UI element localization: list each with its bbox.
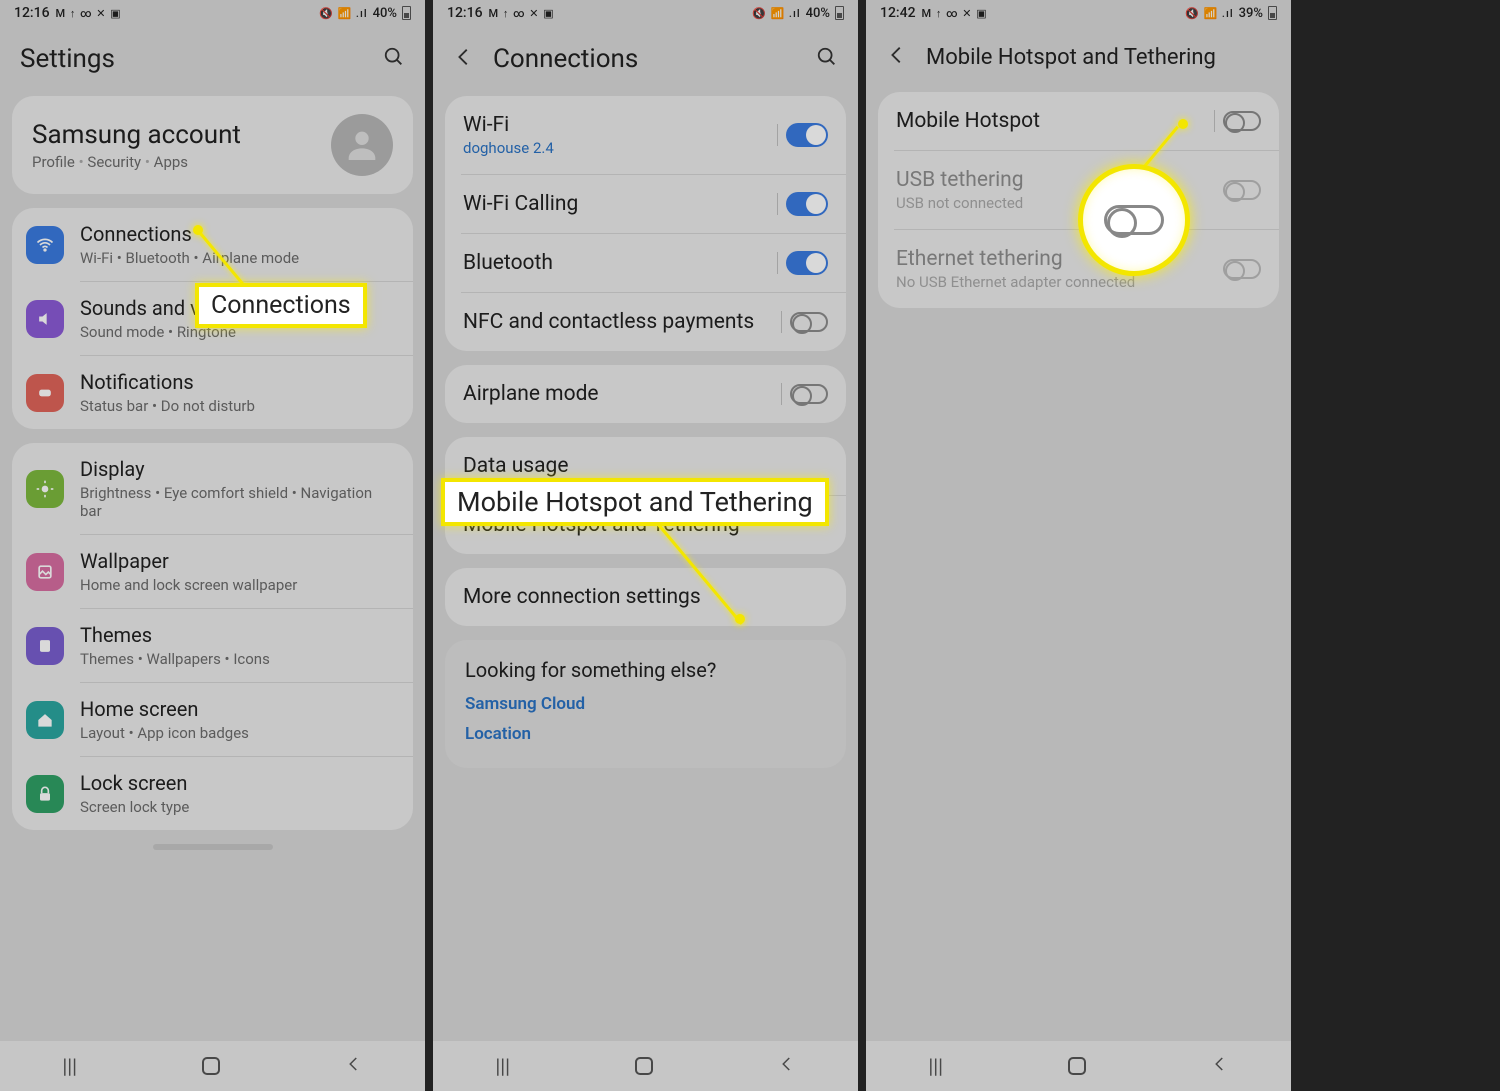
page-title: Settings	[20, 44, 365, 74]
item-nfc[interactable]: NFC and contactless payments	[445, 293, 846, 351]
nav-bar: |||	[866, 1041, 1291, 1091]
status-left-icons: M ↑ ∞ ✕ ▣	[56, 7, 122, 20]
home-icon	[26, 701, 64, 739]
ethernet-tether-toggle	[1223, 259, 1261, 279]
search-icon[interactable]	[816, 46, 838, 72]
status-time: 12:42	[880, 5, 916, 21]
item-title: Connections	[80, 222, 397, 246]
page-title: Connections	[493, 44, 798, 74]
item-mobile-hotspot[interactable]: Mobile Hotspot	[878, 92, 1279, 150]
item-display[interactable]: Display Brightness • Eye comfort shield …	[12, 443, 413, 534]
callout-connections: Connections	[195, 283, 367, 328]
status-battery: 40%	[373, 6, 397, 21]
item-bluetooth[interactable]: Bluetooth	[445, 234, 846, 292]
callout-toggle-circle	[1078, 164, 1190, 276]
wifi-calling-toggle[interactable]	[786, 192, 828, 216]
hotspot-group: Mobile Hotspot USB tethering USB not con…	[878, 92, 1279, 308]
status-bar: 12:16 M ↑ ∞ ✕ ▣ 🔇 📶 .ıl 40%	[433, 0, 858, 26]
header: Connections	[433, 26, 858, 96]
footer-question: Looking for something else?	[465, 658, 826, 682]
notif-icon	[26, 374, 64, 412]
status-bar: 12:16 M ↑ ∞ ✕ ▣ 🔇 📶 .ıl 40%	[0, 0, 425, 26]
avatar	[331, 114, 393, 176]
item-wallpaper[interactable]: Wallpaper Home and lock screen wallpaper	[12, 535, 413, 608]
nav-bar: |||	[0, 1041, 425, 1091]
item-wifi[interactable]: Wi-Fi doghouse 2.4	[445, 96, 846, 174]
nfc-toggle[interactable]	[790, 312, 828, 332]
wifi-toggle[interactable]	[786, 123, 828, 147]
nav-recents[interactable]: |||	[928, 1054, 943, 1078]
link-location[interactable]: Location	[465, 724, 826, 744]
account-card[interactable]: Samsung account Profile • Security • App…	[12, 96, 413, 194]
nav-home[interactable]	[1068, 1057, 1086, 1075]
link-samsung-cloud[interactable]: Samsung Cloud	[465, 694, 826, 714]
sound-icon	[26, 300, 64, 338]
battery-icon	[1268, 6, 1277, 20]
battery-icon	[402, 6, 411, 20]
status-bar: 12:42 M ↑ ∞ ✕ ▣ 🔇 📶 .ıl 39%	[866, 0, 1291, 26]
callout-hotspot: Mobile Hotspot and Tethering	[441, 478, 829, 526]
nav-recents[interactable]: |||	[62, 1054, 77, 1078]
item-homescreen[interactable]: Home screen Layout • App icon badges	[12, 683, 413, 756]
lock-icon	[26, 775, 64, 813]
nav-home[interactable]	[635, 1057, 653, 1075]
header: Settings	[0, 26, 425, 96]
screen-connections: 12:16 M ↑ ∞ ✕ ▣ 🔇 📶 .ıl 40% Connections …	[433, 0, 866, 1091]
item-lockscreen[interactable]: Lock screen Screen lock type	[12, 757, 413, 830]
screen-settings: 12:16 M ↑ ∞ ✕ ▣ 🔇 📶 .ıl 40% Settings Sam…	[0, 0, 433, 1091]
item-more-conn[interactable]: More connection settings	[445, 568, 846, 626]
conn-group-1: Wi-Fi doghouse 2.4 Wi-Fi Calling Bluetoo…	[445, 96, 846, 351]
nav-home[interactable]	[202, 1057, 220, 1075]
back-icon[interactable]	[453, 46, 475, 72]
screen-hotspot: 12:42 M ↑ ∞ ✕ ▣ 🔇 📶 .ıl 39% Mobile Hotsp…	[866, 0, 1299, 1091]
item-notifications[interactable]: Notifications Status bar • Do not distur…	[12, 356, 413, 429]
status-time: 12:16	[14, 5, 50, 21]
mobile-hotspot-toggle[interactable]	[1223, 111, 1261, 131]
usb-tether-toggle	[1223, 180, 1261, 200]
item-ethernet-tether: Ethernet tethering No USB Ethernet adapt…	[878, 230, 1279, 308]
nav-back[interactable]	[778, 1054, 796, 1078]
wifi-icon	[26, 226, 64, 264]
display-icon	[26, 470, 64, 508]
status-time: 12:16	[447, 5, 483, 21]
account-title: Samsung account	[32, 120, 317, 150]
search-icon[interactable]	[383, 46, 405, 72]
highlighted-toggle-icon	[1104, 205, 1164, 235]
back-icon[interactable]	[886, 44, 908, 70]
airplane-toggle[interactable]	[790, 384, 828, 404]
nav-bar: |||	[433, 1041, 858, 1091]
item-airplane[interactable]: Airplane mode	[445, 365, 846, 423]
item-sub: Wi-Fi • Bluetooth • Airplane mode	[80, 249, 397, 267]
bluetooth-toggle[interactable]	[786, 251, 828, 275]
themes-icon	[26, 627, 64, 665]
conn-group-4: More connection settings	[445, 568, 846, 626]
nav-back[interactable]	[1211, 1054, 1229, 1078]
item-wifi-calling[interactable]: Wi-Fi Calling	[445, 175, 846, 233]
wallpaper-icon	[26, 553, 64, 591]
page-title: Mobile Hotspot and Tethering	[926, 45, 1271, 70]
account-sub: Profile • Security • Apps	[32, 153, 317, 171]
nav-back[interactable]	[345, 1054, 363, 1078]
header: Mobile Hotspot and Tethering	[866, 26, 1291, 92]
status-right-icons: 🔇 📶 .ıl	[319, 7, 368, 20]
battery-icon	[835, 6, 844, 20]
conn-group-2: Airplane mode	[445, 365, 846, 423]
settings-group-2: Display Brightness • Eye comfort shield …	[12, 443, 413, 830]
item-themes[interactable]: Themes Themes • Wallpapers • Icons	[12, 609, 413, 682]
footer-card: Looking for something else? Samsung Clou…	[445, 640, 846, 768]
nav-recents[interactable]: |||	[495, 1054, 510, 1078]
